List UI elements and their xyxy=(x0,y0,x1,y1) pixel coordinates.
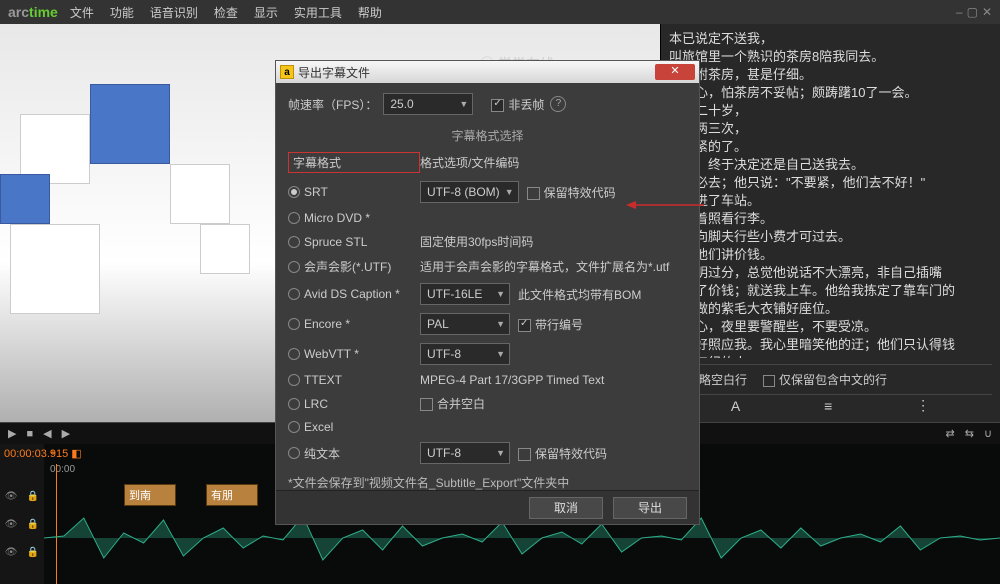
app-a-icon: a xyxy=(280,65,294,79)
close-icon[interactable]: ✕ xyxy=(655,64,695,80)
plain-enc-select[interactable]: UTF-8 xyxy=(420,442,510,464)
avid-enc-select[interactable]: UTF-16LE xyxy=(420,283,510,305)
fps-label: 帧速率（FPS）： xyxy=(288,96,377,113)
plain-keepfx-checkbox[interactable]: 保留特效代码 xyxy=(518,445,607,462)
sprucestl-note: 固定使用30fps时间码 xyxy=(420,233,687,250)
dialog-title: 导出字幕文件 xyxy=(298,64,370,81)
section-label: 字幕格式选择 xyxy=(288,127,687,144)
plaintext-radio[interactable]: 纯文本 xyxy=(288,445,420,462)
sprucestl-radio[interactable]: Spruce STL xyxy=(288,235,420,249)
srt-radio[interactable]: SRT xyxy=(288,185,420,199)
huisheng-note: 适用于会声会影的字幕格式，文件扩展名为*.utf xyxy=(420,258,687,275)
avid-radio[interactable]: Avid DS Caption * xyxy=(288,287,420,301)
microdvd-radio[interactable]: Micro DVD * xyxy=(288,211,420,225)
fps-select[interactable]: 25.0 xyxy=(383,93,473,115)
encore-num-checkbox[interactable]: 带行编号 xyxy=(518,316,583,333)
export-subtitle-dialog: a 导出字幕文件 ✕ 帧速率（FPS）： 25.0 非丢帧 ? 字幕格式选择 字… xyxy=(275,60,700,525)
encore-radio[interactable]: Encore * xyxy=(288,317,420,331)
webvtt-radio[interactable]: WebVTT * xyxy=(288,347,420,361)
export-location-note: *文件会保存到"视频文件名_Subtitle_Export"文件夹中 xyxy=(288,474,687,490)
help-icon[interactable]: ? xyxy=(550,96,566,112)
lrc-merge-checkbox[interactable]: 合并空白 xyxy=(420,395,485,412)
lossless-checkbox[interactable]: 非丢帧 xyxy=(491,96,544,113)
modal-backdrop: a 导出字幕文件 ✕ 帧速率（FPS）： 25.0 非丢帧 ? 字幕格式选择 字… xyxy=(0,0,1000,563)
huisheng-radio[interactable]: 会声会影(*.UTF) xyxy=(288,258,420,275)
avid-note: 此文件格式均带有BOM xyxy=(518,286,641,303)
format-header: 字幕格式 xyxy=(288,152,420,173)
encore-enc-select[interactable]: PAL xyxy=(420,313,510,335)
lrc-radio[interactable]: LRC xyxy=(288,397,420,411)
cancel-button[interactable]: 取消 xyxy=(529,497,603,519)
webvtt-enc-select[interactable]: UTF-8 xyxy=(420,343,510,365)
srt-enc-select[interactable]: UTF-8 (BOM) xyxy=(420,181,519,203)
ttext-note: MPEG-4 Part 17/3GPP Timed Text xyxy=(420,373,687,387)
ttext-radio[interactable]: TTEXT xyxy=(288,373,420,387)
srt-keepfx-checkbox[interactable]: 保留特效代码 xyxy=(527,184,616,201)
dialog-titlebar[interactable]: a 导出字幕文件 ✕ xyxy=(276,61,699,83)
encoding-header: 格式选项/文件编码 xyxy=(420,154,687,171)
export-button[interactable]: 导出 xyxy=(613,497,687,519)
excel-radio[interactable]: Excel xyxy=(288,420,420,434)
